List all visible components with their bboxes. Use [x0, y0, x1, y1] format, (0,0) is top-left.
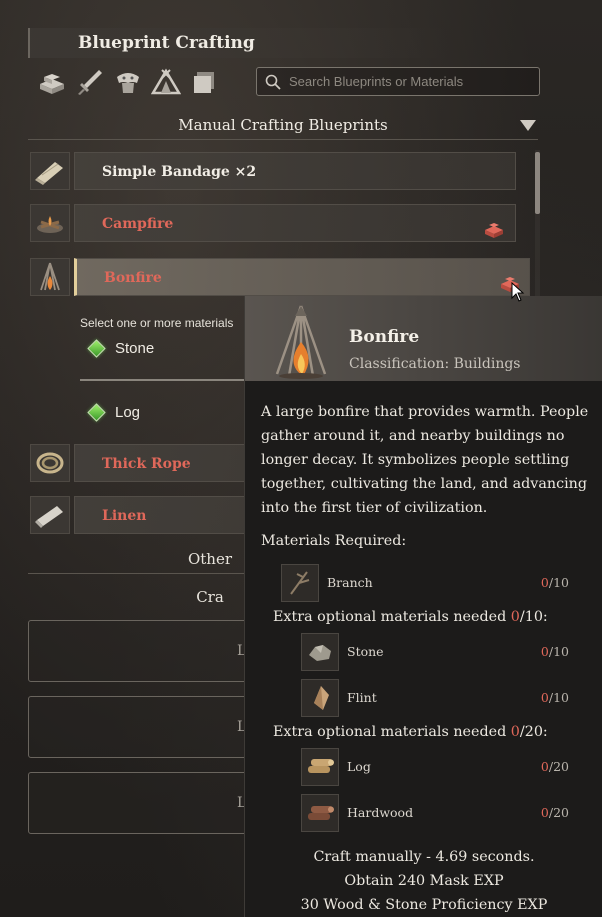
tooltip-title: Bonfire	[349, 327, 420, 347]
stone-icon	[301, 633, 339, 671]
rope-icon	[30, 444, 70, 482]
tent-icon[interactable]	[150, 66, 182, 98]
linen-icon	[30, 496, 70, 534]
log-icon	[301, 748, 339, 786]
material-row-flint: Flint 0/10	[245, 679, 602, 717]
search-icon	[265, 74, 281, 90]
material-row-hardwood: Hardwood 0/20	[245, 794, 602, 832]
manual-blueprints-title: Manual Crafting Blueprints	[178, 116, 388, 134]
bonfire-icon	[30, 258, 70, 296]
campfire-icon	[30, 204, 70, 242]
other-crafting-title: Other Cra	[187, 550, 233, 606]
material-name: Hardwood	[347, 805, 414, 820]
material-count: 0/10	[540, 575, 569, 590]
material-row-stone: Stone 0/10	[245, 633, 602, 671]
blueprint-label-text: Bonfire	[104, 270, 162, 286]
material-name: Log	[347, 759, 371, 774]
extra-materials-label-1: Extra optional materials needed 0/10:	[273, 609, 548, 625]
blueprint-tooltip: Bonfire Classification: Buildings A larg…	[244, 296, 602, 917]
sword-icon[interactable]	[74, 66, 106, 98]
hardwood-icon	[301, 794, 339, 832]
furniture-icon[interactable]	[188, 66, 220, 98]
blueprint-item-bonfire[interactable]: Bonfire	[28, 256, 530, 298]
craft-time: Craft manually - 4.69 seconds.	[313, 849, 535, 865]
material-option-label: Log	[115, 404, 141, 421]
blueprint-label-text: Campfire	[102, 216, 174, 232]
bonfire-art-icon	[263, 302, 341, 380]
search-input[interactable]	[289, 74, 529, 89]
crafting-slot[interactable]: L	[28, 696, 268, 758]
material-count: 0/20	[540, 805, 569, 820]
other-crafting-header[interactable]: Other Cra	[28, 540, 248, 606]
scrollbar-thumb[interactable]	[535, 152, 540, 214]
mouse-cursor-icon	[511, 282, 525, 302]
tooltip-header: Bonfire Classification: Buildings	[245, 296, 602, 381]
extra-materials-label-2: Extra optional materials needed 0/20:	[273, 724, 548, 740]
selected-diamond-icon	[87, 339, 106, 358]
material-count: 0/10	[540, 690, 569, 705]
material-name: Stone	[347, 644, 384, 659]
tooltip-description: A large bonfire that provides warmth. Pe…	[261, 404, 589, 516]
branch-icon	[281, 564, 319, 602]
bandage-icon	[30, 152, 70, 190]
mask-exp: Obtain 240 Mask EXP	[344, 873, 504, 889]
material-count: 0/20	[540, 759, 569, 774]
proficiency-exp: 30 Wood & Stone Proficiency EXP	[300, 897, 548, 913]
selected-diamond-icon	[87, 403, 106, 422]
blueprint-item-campfire[interactable]: Campfire	[28, 202, 518, 244]
material-option-label: Stone	[115, 340, 155, 357]
search-box[interactable]	[256, 67, 540, 96]
manual-blueprints-header[interactable]: Manual Crafting Blueprints	[28, 110, 538, 140]
armor-icon[interactable]	[112, 66, 144, 98]
option-divider	[80, 379, 250, 381]
material-count: 0/10	[540, 644, 569, 659]
blueprint-label: Campfire	[74, 204, 516, 242]
panel-title: Blueprint Crafting	[28, 28, 448, 58]
flint-icon	[301, 679, 339, 717]
category-toolbar	[36, 66, 220, 98]
material-name: Flint	[347, 690, 377, 705]
material-name: Branch	[327, 575, 373, 590]
crafting-slot[interactable]: L	[28, 772, 268, 834]
crafting-slot[interactable]: L	[28, 620, 268, 682]
materials-stack-icon[interactable]	[36, 66, 68, 98]
collapse-triangle-icon[interactable]	[520, 120, 536, 131]
panel-title-text: Blueprint Crafting	[78, 33, 255, 53]
material-row-log: Log 0/20	[245, 748, 602, 786]
blueprint-label-selected: Bonfire	[74, 258, 530, 296]
blueprint-item-simple-bandage[interactable]: Simple Bandage ×2	[28, 150, 518, 192]
select-materials-note: Select one or more materials	[80, 316, 234, 330]
blueprint-label: Simple Bandage ×2	[74, 152, 516, 190]
missing-materials-icon	[483, 215, 505, 253]
material-row-branch: Branch 0/10	[245, 564, 602, 602]
tooltip-classification: Classification: Buildings	[349, 356, 521, 372]
material-option-log[interactable]: Log	[87, 403, 141, 422]
material-option-stone[interactable]: Stone	[87, 339, 155, 358]
materials-required-label: Materials Required:	[261, 533, 407, 549]
